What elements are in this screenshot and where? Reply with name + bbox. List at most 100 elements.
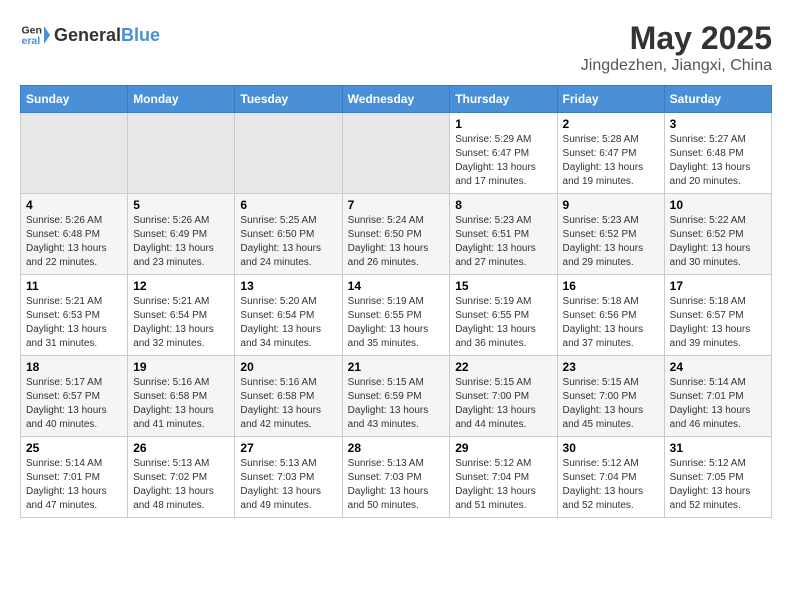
day-info: Sunrise: 5:26 AMSunset: 6:49 PMDaylight:…	[133, 214, 229, 270]
weekday-header: Saturday	[664, 86, 771, 113]
weekday-header-row: SundayMondayTuesdayWednesdayThursdayFrid…	[21, 86, 772, 113]
weekday-header: Friday	[557, 86, 664, 113]
logo-text-general: General	[54, 25, 121, 45]
weekday-header: Wednesday	[342, 86, 450, 113]
day-info: Sunrise: 5:13 AMSunset: 7:03 PMDaylight:…	[348, 457, 445, 513]
day-number: 8	[455, 198, 551, 212]
weekday-header: Monday	[128, 86, 235, 113]
day-info: Sunrise: 5:18 AMSunset: 6:57 PMDaylight:…	[670, 295, 766, 351]
day-info: Sunrise: 5:15 AMSunset: 7:00 PMDaylight:…	[455, 376, 551, 432]
calendar-day-cell: 10 Sunrise: 5:22 AMSunset: 6:52 PMDayligh…	[664, 194, 771, 275]
day-info: Sunrise: 5:17 AMSunset: 6:57 PMDaylight:…	[26, 376, 122, 432]
calendar-day-cell: 21 Sunrise: 5:15 AMSunset: 6:59 PMDayligh…	[342, 356, 450, 437]
day-info: Sunrise: 5:19 AMSunset: 6:55 PMDaylight:…	[455, 295, 551, 351]
svg-text:eral: eral	[22, 35, 41, 47]
day-info: Sunrise: 5:13 AMSunset: 7:03 PMDaylight:…	[240, 457, 336, 513]
calendar-day-cell: 2 Sunrise: 5:28 AMSunset: 6:47 PMDaylight…	[557, 113, 664, 194]
day-info: Sunrise: 5:15 AMSunset: 7:00 PMDaylight:…	[563, 376, 659, 432]
day-number: 9	[563, 198, 659, 212]
logo-text-blue: Blue	[121, 25, 160, 45]
day-info: Sunrise: 5:26 AMSunset: 6:48 PMDaylight:…	[26, 214, 122, 270]
title-area: May 2025 Jingdezhen, Jiangxi, China	[581, 20, 772, 75]
day-number: 3	[670, 117, 766, 131]
day-number: 25	[26, 441, 122, 455]
day-number: 4	[26, 198, 122, 212]
day-info: Sunrise: 5:23 AMSunset: 6:52 PMDaylight:…	[563, 214, 659, 270]
calendar-day-cell: 26Sunrise: 5:13 AMSunset: 7:02 PMDayligh…	[128, 437, 235, 518]
day-number: 14	[348, 279, 445, 293]
day-info: Sunrise: 5:28 AMSunset: 6:47 PMDaylight:…	[563, 133, 659, 189]
page-header: Gen eral GeneralBlue May 2025 Jingdezhen…	[20, 20, 772, 75]
weekday-header: Thursday	[450, 86, 557, 113]
day-number: 23	[563, 360, 659, 374]
day-number: 17	[670, 279, 766, 293]
calendar-day-cell: 29Sunrise: 5:12 AMSunset: 7:04 PMDayligh…	[450, 437, 557, 518]
weekday-header: Tuesday	[235, 86, 342, 113]
day-number: 13	[240, 279, 336, 293]
calendar-table: SundayMondayTuesdayWednesdayThursdayFrid…	[20, 85, 772, 518]
day-info: Sunrise: 5:21 AMSunset: 6:53 PMDaylight:…	[26, 295, 122, 351]
day-number: 2	[563, 117, 659, 131]
calendar-day-cell: 9 Sunrise: 5:23 AMSunset: 6:52 PMDaylight…	[557, 194, 664, 275]
day-number: 28	[348, 441, 445, 455]
day-info: Sunrise: 5:13 AMSunset: 7:02 PMDaylight:…	[133, 457, 229, 513]
calendar-day-cell: 31Sunrise: 5:12 AMSunset: 7:05 PMDayligh…	[664, 437, 771, 518]
subtitle: Jingdezhen, Jiangxi, China	[581, 57, 772, 75]
calendar-day-cell: 25 Sunrise: 5:14 AMSunset: 7:01 PMDayligh…	[21, 437, 128, 518]
day-number: 12	[133, 279, 229, 293]
day-number: 10	[670, 198, 766, 212]
calendar-week-row: 25 Sunrise: 5:14 AMSunset: 7:01 PMDayligh…	[21, 437, 772, 518]
day-info: Sunrise: 5:21 AMSunset: 6:54 PMDaylight:…	[133, 295, 229, 351]
day-number: 15	[455, 279, 551, 293]
day-info: Sunrise: 5:16 AMSunset: 6:58 PMDaylight:…	[133, 376, 229, 432]
weekday-header: Sunday	[21, 86, 128, 113]
day-info: Sunrise: 5:24 AMSunset: 6:50 PMDaylight:…	[348, 214, 445, 270]
day-info: Sunrise: 5:16 AMSunset: 6:58 PMDaylight:…	[240, 376, 336, 432]
day-info: Sunrise: 5:19 AMSunset: 6:55 PMDaylight:…	[348, 295, 445, 351]
calendar-week-row: 4 Sunrise: 5:26 AMSunset: 6:48 PMDaylight…	[21, 194, 772, 275]
calendar-day-cell: 4 Sunrise: 5:26 AMSunset: 6:48 PMDaylight…	[21, 194, 128, 275]
calendar-day-cell: 15 Sunrise: 5:19 AMSunset: 6:55 PMDayligh…	[450, 275, 557, 356]
day-number: 18	[26, 360, 122, 374]
day-info: Sunrise: 5:22 AMSunset: 6:52 PMDaylight:…	[670, 214, 766, 270]
day-info: Sunrise: 5:23 AMSunset: 6:51 PMDaylight:…	[455, 214, 551, 270]
day-info: Sunrise: 5:27 AMSunset: 6:48 PMDaylight:…	[670, 133, 766, 189]
day-number: 1	[455, 117, 551, 131]
day-number: 21	[348, 360, 445, 374]
day-info: Sunrise: 5:15 AMSunset: 6:59 PMDaylight:…	[348, 376, 445, 432]
logo-icon: Gen eral	[20, 20, 50, 50]
calendar-day-cell	[342, 113, 450, 194]
day-number: 29	[455, 441, 551, 455]
calendar-day-cell: 23 Sunrise: 5:15 AMSunset: 7:00 PMDayligh…	[557, 356, 664, 437]
day-number: 27	[240, 441, 336, 455]
calendar-day-cell: 24 Sunrise: 5:14 AMSunset: 7:01 PMDayligh…	[664, 356, 771, 437]
day-number: 5	[133, 198, 229, 212]
calendar-day-cell: 7Sunrise: 5:24 AMSunset: 6:50 PMDaylight…	[342, 194, 450, 275]
day-number: 24	[670, 360, 766, 374]
calendar-day-cell	[21, 113, 128, 194]
logo: Gen eral GeneralBlue	[20, 20, 160, 50]
day-number: 22	[455, 360, 551, 374]
calendar-day-cell: 19 Sunrise: 5:16 AMSunset: 6:58 PMDayligh…	[128, 356, 235, 437]
day-info: Sunrise: 5:12 AMSunset: 7:04 PMDaylight:…	[563, 457, 659, 513]
day-number: 20	[240, 360, 336, 374]
day-info: Sunrise: 5:14 AMSunset: 7:01 PMDaylight:…	[670, 376, 766, 432]
calendar-day-cell: 17 Sunrise: 5:18 AMSunset: 6:57 PMDayligh…	[664, 275, 771, 356]
day-info: Sunrise: 5:20 AMSunset: 6:54 PMDaylight:…	[240, 295, 336, 351]
calendar-day-cell: 11Sunrise: 5:21 AMSunset: 6:53 PMDayligh…	[21, 275, 128, 356]
calendar-day-cell: 8 Sunrise: 5:23 AMSunset: 6:51 PMDaylight…	[450, 194, 557, 275]
day-info: Sunrise: 5:29 AMSunset: 6:47 PMDaylight:…	[455, 133, 551, 189]
calendar-day-cell: 6Sunrise: 5:25 AMSunset: 6:50 PMDaylight…	[235, 194, 342, 275]
calendar-day-cell: 14 Sunrise: 5:19 AMSunset: 6:55 PMDayligh…	[342, 275, 450, 356]
calendar-week-row: 1 Sunrise: 5:29 AMSunset: 6:47 PMDaylight…	[21, 113, 772, 194]
calendar-week-row: 18 Sunrise: 5:17 AMSunset: 6:57 PMDayligh…	[21, 356, 772, 437]
day-info: Sunrise: 5:14 AMSunset: 7:01 PMDaylight:…	[26, 457, 122, 513]
day-number: 6	[240, 198, 336, 212]
calendar-day-cell: 13 Sunrise: 5:20 AMSunset: 6:54 PMDayligh…	[235, 275, 342, 356]
day-number: 19	[133, 360, 229, 374]
calendar-day-cell: 1 Sunrise: 5:29 AMSunset: 6:47 PMDaylight…	[450, 113, 557, 194]
calendar-day-cell: 22 Sunrise: 5:15 AMSunset: 7:00 PMDayligh…	[450, 356, 557, 437]
calendar-day-cell	[128, 113, 235, 194]
calendar-day-cell: 28 Sunrise: 5:13 AMSunset: 7:03 PMDayligh…	[342, 437, 450, 518]
day-number: 31	[670, 441, 766, 455]
